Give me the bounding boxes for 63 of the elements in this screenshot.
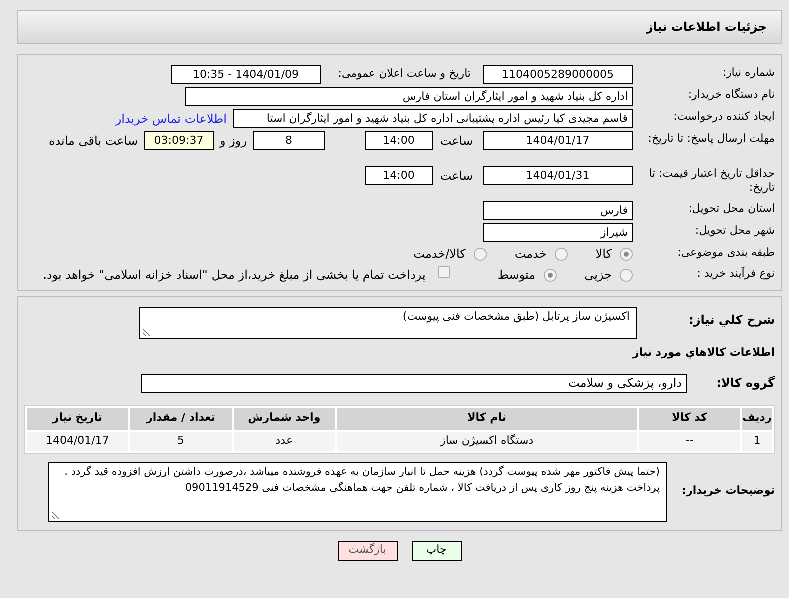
table-cell: عدد [234, 432, 336, 450]
field-label: استان محل تحویل: [688, 201, 775, 216]
field-label: شماره نیاز: [722, 65, 775, 80]
table-cell: 5 [130, 432, 232, 450]
field-label: حداقل تاریخ اعتبار قیمت: تا تاریخ: [648, 166, 775, 195]
days-field: 8 [253, 131, 325, 150]
field-label: شرح کلي نياز: [688, 312, 775, 329]
province-field: فارس [483, 201, 633, 220]
resize-grip-icon[interactable] [52, 510, 60, 518]
table-cell: 1404/01/17 [27, 432, 128, 450]
requester-field: قاسم مجیدی کیا رئیس اداره پشتیبانی اداره کل بنیاد شهید و امور ایثارگران استا [233, 109, 633, 128]
radio-button[interactable] [554, 248, 568, 260]
page-title: جزئیات اطلاعات نیاز [646, 19, 767, 36]
field-label: گروه کالا: [716, 375, 775, 392]
radio-button[interactable] [474, 248, 487, 260]
announce-datetime-field: 1404/01/09 - 10:35 [171, 65, 321, 84]
radio-button[interactable] [544, 268, 557, 282]
field-label: شهر محل تحویل: [694, 223, 775, 238]
payment-note: پرداخت تمام یا بخشی از مبلغ خرید،از محل "اسناد خزانه اسلامی" خواهد بود. [43, 267, 426, 284]
column-header: تعداد / مقدار [130, 408, 232, 430]
column-header: ردیف [742, 408, 772, 430]
field-label: ساعت باقی مانده [48, 133, 138, 150]
radio-label: متوسط [498, 267, 536, 284]
buyer-notes-text: (حتما پیش فاکتور مهر شده پیوست گردد) هزینه حمل تا انبار سازمان به عهده فروشنده میباشد ،درصورت داشتن ارزش افزوده قید گردد . پرداخت هزینه پنج روز کاری پس از دریافت کالا ، شماره تلفن جهت هماهنگی مشخصات فنی 09011914529 [64, 466, 660, 494]
date-field: 1404/01/17 [483, 131, 633, 150]
field-label: نام دستگاه خریدار: [687, 87, 775, 102]
radio-label: جزیی [584, 267, 612, 284]
description-text: اکسیژن ساز پرتابل (طبق مشخصات فنی پیوست) [402, 310, 630, 323]
field-label: ساعت [439, 168, 474, 185]
checkbox[interactable] [438, 266, 450, 278]
radio-button[interactable] [620, 268, 633, 282]
section-title: اطلاعات کالاهاي مورد نياز [632, 345, 775, 361]
buyer-org-field: اداره کل بنیاد شهید و امور ایثارگران استان فارس [185, 87, 633, 106]
field-label: روز و [220, 133, 247, 150]
table-cell: -- [639, 432, 740, 450]
radio-button[interactable] [620, 248, 633, 260]
field-label: طبقه بندی موضوعی: [676, 245, 775, 260]
field-label: توضیحات خریدار: [681, 483, 775, 500]
column-header: کد کالا [639, 408, 740, 430]
date-field: 1404/01/31 [483, 166, 633, 185]
goods-group-field: دارو، پزشکی و سلامت [141, 374, 687, 392]
resize-grip-icon[interactable] [143, 328, 151, 336]
contact-link[interactable]: اطلاعات تماس خریدار [116, 109, 227, 128]
field-label: ساعت [439, 133, 474, 150]
time-field: 14:00 [365, 131, 433, 150]
radio-label: کالا/خدمت [414, 246, 466, 263]
field-label: تاریخ و ساعت اعلان عمومی: [337, 66, 472, 82]
print-button[interactable]: چاپ [412, 540, 462, 560]
radio-label: خدمت [514, 246, 547, 263]
table-cell: دستگاه اکسیژن ساز [337, 432, 638, 450]
remaining-time-field: 03:09:37 [144, 131, 214, 150]
radio-label: کالا [596, 246, 612, 263]
need-number-field: 1104005289000005 [483, 65, 633, 84]
column-header: واحد شمارش [234, 408, 336, 430]
column-header: تاریخ نیاز [27, 408, 128, 430]
back-button[interactable]: بازگشت [338, 540, 398, 560]
field-label: نوع فرآیند خرید : [696, 266, 775, 281]
table-cell: 1 [742, 432, 772, 450]
column-header: نام کالا [337, 408, 638, 430]
city-field: شیراز [483, 223, 633, 242]
field-label: مهلت ارسال پاسخ: تا تاریخ: [647, 131, 775, 146]
time-field: 14:00 [365, 166, 433, 185]
field-label: ایجاد کننده درخواست: [672, 109, 775, 124]
